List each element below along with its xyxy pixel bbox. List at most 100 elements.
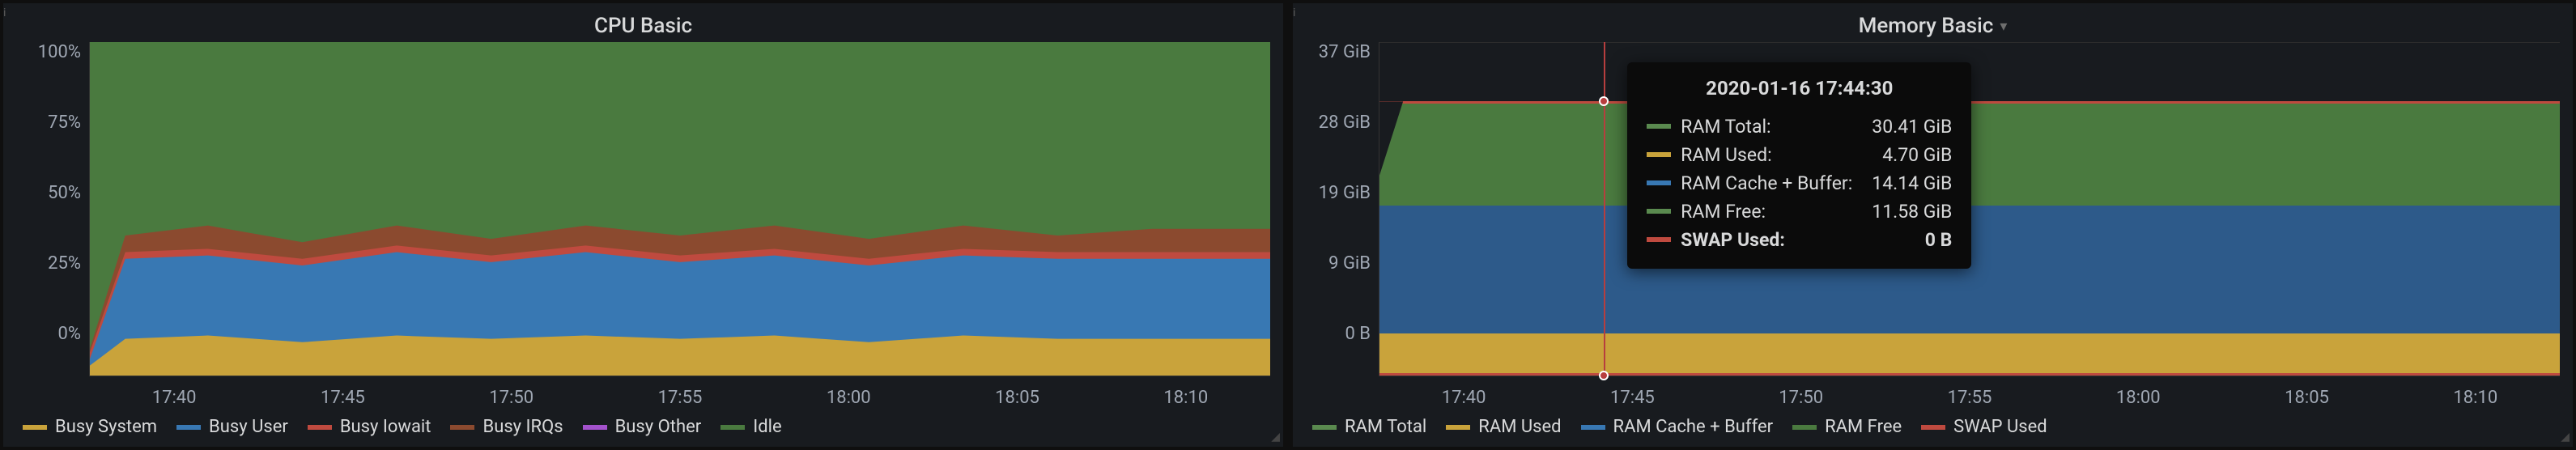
legend-item-idle[interactable]: Idle bbox=[721, 417, 781, 437]
tooltip-row: SWAP Used: 0 B bbox=[1647, 226, 1952, 254]
y-tick: 0 B bbox=[1345, 324, 1371, 344]
swatch-icon bbox=[1647, 209, 1671, 214]
plot-area[interactable]: 2020-01-16 17:44:30 RAM Total: 30.41 GiB… bbox=[1379, 42, 2560, 376]
legend-label: Idle bbox=[753, 417, 781, 437]
cpu-panel: i CPU Basic 100% 75% 50% 25% 0% bbox=[3, 3, 1283, 447]
tooltip-label: RAM Used: bbox=[1681, 144, 1771, 166]
x-tick: 17:40 bbox=[1442, 388, 1486, 408]
y-tick: 25% bbox=[48, 253, 81, 274]
panel-title[interactable]: Memory Basic bbox=[1859, 14, 1994, 38]
legend-item-busy-iowait[interactable]: Busy Iowait bbox=[308, 417, 431, 437]
x-axis: 17:40 17:45 17:50 17:55 18:00 18:05 18:1… bbox=[1379, 388, 2560, 408]
legend-label: RAM Used bbox=[1478, 417, 1561, 437]
x-tick: 17:45 bbox=[321, 388, 365, 408]
x-tick: 18:00 bbox=[827, 388, 871, 408]
legend-item-busy-user[interactable]: Busy User bbox=[176, 417, 288, 437]
legend-label: Busy Iowait bbox=[340, 417, 431, 437]
tooltip-row: RAM Cache + Buffer: 14.14 GiB bbox=[1647, 169, 1952, 197]
panel-header: Memory Basic ▾ bbox=[1306, 10, 2560, 42]
legend: RAM Total RAM Used RAM Cache + Buffer RA… bbox=[1306, 417, 2560, 437]
swatch-icon bbox=[1647, 180, 1671, 185]
y-tick: 28 GiB bbox=[1319, 112, 1371, 133]
tooltip-row: RAM Used: 4.70 GiB bbox=[1647, 141, 1952, 169]
tooltip-value: 4.70 GiB bbox=[1882, 144, 1952, 166]
legend-item-ram-used[interactable]: RAM Used bbox=[1446, 417, 1561, 437]
swatch-icon bbox=[1581, 425, 1605, 430]
tooltip: 2020-01-16 17:44:30 RAM Total: 30.41 GiB… bbox=[1627, 62, 1971, 269]
tooltip-label: SWAP Used: bbox=[1681, 229, 1785, 251]
legend-item-busy-other[interactable]: Busy Other bbox=[583, 417, 702, 437]
x-tick: 17:50 bbox=[1779, 388, 1823, 408]
tooltip-value: 0 B bbox=[1925, 229, 1953, 251]
y-tick: 9 GiB bbox=[1328, 253, 1371, 274]
tooltip-label: RAM Free: bbox=[1681, 201, 1766, 223]
x-axis: 17:40 17:45 17:50 17:55 18:00 18:05 18:1… bbox=[90, 388, 1270, 408]
tooltip-row: RAM Total: 30.41 GiB bbox=[1647, 112, 1952, 141]
tooltip-timestamp: 2020-01-16 17:44:30 bbox=[1647, 77, 1952, 100]
x-tick: 17:40 bbox=[152, 388, 197, 408]
legend-label: RAM Free bbox=[1825, 417, 1902, 437]
swatch-icon bbox=[1921, 425, 1945, 430]
resize-handle-icon[interactable]: ◢ bbox=[2561, 431, 2570, 444]
swatch-icon bbox=[308, 425, 332, 430]
legend: Busy System Busy User Busy Iowait Busy I… bbox=[16, 417, 1270, 437]
chevron-down-icon[interactable]: ▾ bbox=[2000, 18, 2007, 35]
x-tick: 18:05 bbox=[2285, 388, 2329, 408]
swatch-icon bbox=[1792, 425, 1817, 430]
memory-panel: i Memory Basic ▾ 37 GiB 28 GiB 19 GiB 9 … bbox=[1293, 3, 2573, 447]
tooltip-value: 11.58 GiB bbox=[1872, 201, 1952, 223]
crosshair-dot-icon bbox=[1599, 96, 1609, 106]
x-tick: 17:45 bbox=[1610, 388, 1655, 408]
legend-label: SWAP Used bbox=[1953, 417, 2047, 437]
resize-handle-icon[interactable]: ◢ bbox=[1271, 431, 1280, 444]
tooltip-value: 14.14 GiB bbox=[1872, 172, 1952, 194]
panel-header: CPU Basic bbox=[16, 10, 1270, 42]
y-tick: 37 GiB bbox=[1319, 42, 1371, 62]
legend-label: RAM Total bbox=[1345, 417, 1426, 437]
legend-label: Busy User bbox=[209, 417, 288, 437]
crosshair-dot-icon bbox=[1599, 371, 1609, 380]
y-tick: 75% bbox=[48, 112, 81, 133]
legend-label: RAM Cache + Buffer bbox=[1613, 417, 1774, 437]
legend-item-busy-system[interactable]: Busy System bbox=[23, 417, 157, 437]
plot-area[interactable]: 17:40 17:45 17:50 17:55 18:00 18:05 18:1… bbox=[89, 42, 1270, 376]
swatch-icon bbox=[583, 425, 607, 430]
y-axis: 100% 75% 50% 25% 0% bbox=[16, 42, 89, 376]
x-tick: 18:10 bbox=[1163, 388, 1208, 408]
area-system bbox=[90, 336, 1270, 376]
swatch-icon bbox=[23, 425, 47, 430]
swatch-icon bbox=[450, 425, 474, 430]
swatch-icon bbox=[1647, 237, 1671, 242]
y-tick: 50% bbox=[48, 183, 81, 203]
tooltip-value: 30.41 GiB bbox=[1872, 116, 1952, 138]
info-icon[interactable]: i bbox=[3, 6, 6, 19]
tooltip-label: RAM Total: bbox=[1681, 116, 1770, 138]
legend-item-busy-irqs[interactable]: Busy IRQs bbox=[450, 417, 563, 437]
legend-label: Busy System bbox=[55, 417, 157, 437]
legend-item-ram-total[interactable]: RAM Total bbox=[1312, 417, 1426, 437]
x-tick: 17:50 bbox=[489, 388, 533, 408]
swatch-icon bbox=[1312, 425, 1337, 430]
legend-item-ram-free[interactable]: RAM Free bbox=[1792, 417, 1902, 437]
legend-item-ram-cache[interactable]: RAM Cache + Buffer bbox=[1581, 417, 1774, 437]
legend-label: Busy Other bbox=[615, 417, 702, 437]
chart-area: 100% 75% 50% 25% 0% bbox=[16, 42, 1270, 376]
swatch-icon bbox=[721, 425, 745, 430]
panel-title[interactable]: CPU Basic bbox=[594, 14, 692, 38]
x-tick: 17:55 bbox=[658, 388, 703, 408]
x-tick: 18:00 bbox=[2116, 388, 2161, 408]
x-tick: 18:10 bbox=[2453, 388, 2497, 408]
tooltip-label: RAM Cache + Buffer: bbox=[1681, 172, 1852, 194]
swatch-icon bbox=[176, 425, 201, 430]
cpu-stacked-area bbox=[90, 42, 1270, 376]
crosshair bbox=[1604, 42, 1605, 376]
chart-area: 37 GiB 28 GiB 19 GiB 9 GiB 0 B bbox=[1306, 42, 2560, 376]
legend-item-swap-used[interactable]: SWAP Used bbox=[1921, 417, 2047, 437]
swatch-icon bbox=[1647, 124, 1671, 129]
swatch-icon bbox=[1446, 425, 1470, 430]
y-tick: 100% bbox=[38, 42, 81, 62]
info-icon[interactable]: i bbox=[1293, 6, 1295, 19]
x-tick: 18:05 bbox=[995, 388, 1039, 408]
y-axis: 37 GiB 28 GiB 19 GiB 9 GiB 0 B bbox=[1306, 42, 1379, 376]
tooltip-row: RAM Free: 11.58 GiB bbox=[1647, 197, 1952, 226]
